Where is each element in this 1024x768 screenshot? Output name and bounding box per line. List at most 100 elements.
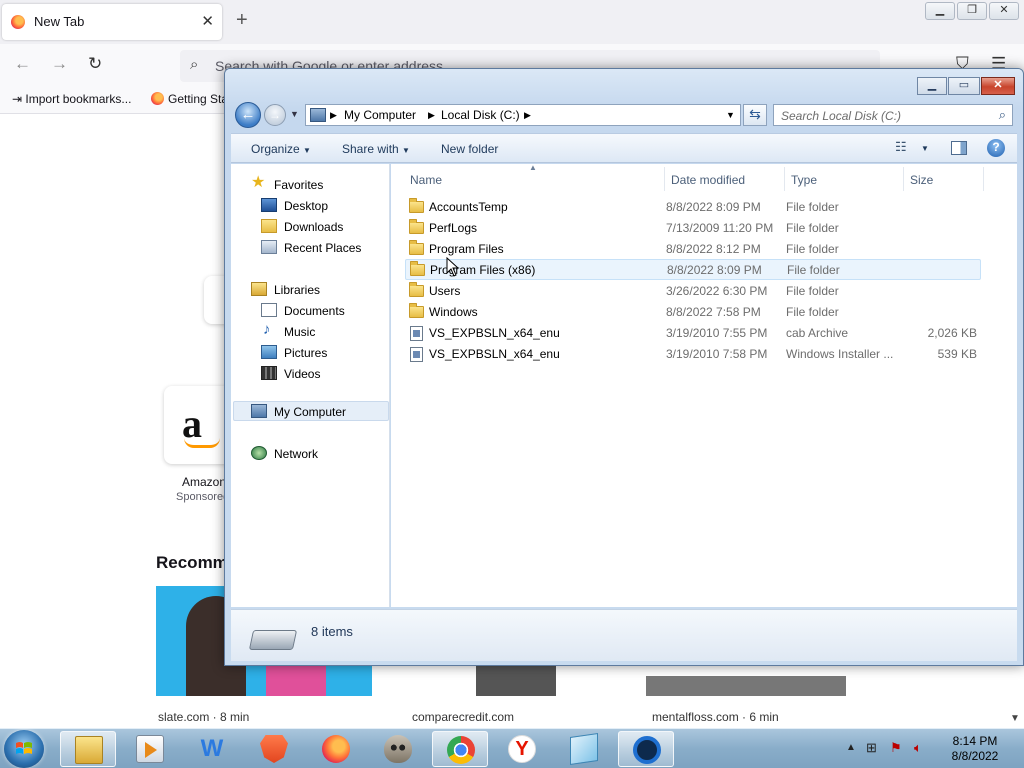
nav-network[interactable]: Network <box>274 447 318 461</box>
breadcrumb-my-computer[interactable]: My Computer <box>344 108 416 122</box>
explorer-minimize-button[interactable]: ▁ <box>917 77 947 95</box>
file-row[interactable]: Users 3/26/2022 6:30 PM File folder <box>405 281 981 302</box>
column-name-header[interactable]: Name <box>410 173 442 187</box>
amazon-smile-icon <box>184 438 220 448</box>
address-dropdown-icon[interactable]: ▼ <box>726 110 735 120</box>
file-name: Users <box>429 284 461 298</box>
column-divider[interactable] <box>983 167 984 191</box>
tab-close-icon[interactable]: ✕ <box>201 12 214 30</box>
taskbar-brave-button[interactable] <box>246 731 302 767</box>
help-icon[interactable]: ? <box>987 139 1005 157</box>
taskbar-yandex-button[interactable]: Y <box>494 731 550 767</box>
search-box[interactable]: Search Local Disk (C:) ⌕ <box>773 104 1013 126</box>
file-row[interactable]: VS_EXPBSLN_x64_enu 3/19/2010 7:55 PM cab A… <box>405 323 981 344</box>
view-options-dropdown-icon[interactable]: ▼ <box>921 144 929 153</box>
column-size-header[interactable]: Size <box>910 173 933 187</box>
brave-icon <box>260 735 288 763</box>
action-center-icon[interactable]: ⚑ <box>890 740 902 756</box>
breadcrumb-separator-icon[interactable]: ▶ <box>428 110 435 121</box>
file-type: File folder <box>786 305 839 319</box>
file-row[interactable]: VS_EXPBSLN_x64_enu 3/19/2010 7:58 PM Windo… <box>405 344 981 365</box>
tab-new-tab[interactable]: New Tab ✕ <box>2 4 222 40</box>
taskbar-notepad-button[interactable] <box>556 731 612 767</box>
taskbar-explorer-button[interactable] <box>60 731 116 767</box>
taskbar-firefox-button[interactable] <box>308 731 364 767</box>
taskbar-chrome-button[interactable] <box>432 731 488 767</box>
refresh-button[interactable]: ⇆ <box>743 104 767 126</box>
recent-pages-dropdown-icon[interactable]: ▼ <box>290 109 299 119</box>
share-with-button[interactable]: Share with ▼ <box>342 142 410 156</box>
breadcrumb-local-disk[interactable]: Local Disk (C:) <box>441 108 520 122</box>
file-row[interactable]: AccountsTemp 8/8/2022 8:09 PM File folder <box>405 197 981 218</box>
breadcrumb-separator-icon[interactable]: ▶ <box>524 110 531 121</box>
address-bar[interactable]: ▶ My Computer ▶ Local Disk (C:) ▶ ▼ <box>305 104 741 126</box>
preview-pane-icon[interactable] <box>951 141 967 155</box>
computer-icon <box>310 108 326 122</box>
nav-libraries[interactable]: Libraries <box>274 283 320 297</box>
nav-recent-places[interactable]: Recent Places <box>284 241 361 255</box>
column-date-header[interactable]: Date modified <box>671 173 745 187</box>
clock-date: 8/8/2022 <box>951 749 999 763</box>
folder-icon <box>409 282 424 297</box>
nav-videos[interactable]: Videos <box>284 367 320 381</box>
nav-documents[interactable]: Documents <box>284 304 345 318</box>
nav-favorites[interactable]: Favorites <box>274 178 323 192</box>
system-clock[interactable]: 8:14 PM 8/8/2022 <box>940 734 1010 764</box>
my-computer-icon <box>251 404 267 418</box>
column-divider[interactable] <box>903 167 904 191</box>
new-tab-button[interactable]: + <box>236 9 248 32</box>
file-type: File folder <box>786 200 839 214</box>
column-type-header[interactable]: Type <box>791 173 817 187</box>
back-arrow-icon[interactable]: ← <box>14 54 31 74</box>
media-player-icon <box>136 735 164 763</box>
desktop-icon <box>261 198 277 212</box>
nav-my-computer[interactable]: My Computer <box>274 405 346 419</box>
new-folder-button[interactable]: New folder <box>441 142 498 156</box>
file-name: Program Files <box>429 242 504 256</box>
nav-desktop[interactable]: Desktop <box>284 199 328 213</box>
start-button[interactable] <box>4 730 44 768</box>
details-pane: 8 items <box>231 609 1017 661</box>
firefox-close-button[interactable]: ✕ <box>989 2 1019 20</box>
explorer-icon <box>75 736 103 764</box>
file-row[interactable]: Windows 8/8/2022 7:58 PM File folder <box>405 302 981 323</box>
file-type: File folder <box>786 284 839 298</box>
breadcrumb-separator-icon[interactable]: ▶ <box>330 110 337 121</box>
forward-arrow-icon[interactable]: → <box>51 54 68 74</box>
back-button[interactable]: ← <box>235 102 261 128</box>
folder-icon <box>409 198 424 213</box>
change-view-icon[interactable]: ☷ <box>895 139 907 155</box>
scroll-down-arrow-icon[interactable]: ▼ <box>1010 713 1020 724</box>
taskbar-wps-button[interactable]: W <box>184 731 240 767</box>
chrome-icon <box>447 736 475 764</box>
column-divider[interactable] <box>664 167 665 191</box>
search-icon[interactable]: ⌕ <box>999 107 1006 123</box>
column-divider[interactable] <box>784 167 785 191</box>
organize-button[interactable]: Organize ▼ <box>251 142 311 156</box>
firefox-restore-button[interactable]: ❐ <box>957 2 987 20</box>
file-row[interactable]: Program Files (x86) 8/8/2022 8:09 PM File … <box>405 259 981 280</box>
taskbar: W Y ▲ ⊞ ⚑ 🔈︎ 8:14 PM 8/8/2022 <box>0 728 1024 768</box>
mouse-cursor-icon <box>446 257 460 277</box>
taskbar-raccoon-button[interactable] <box>370 731 426 767</box>
explorer-maximize-button[interactable]: ▭ <box>948 77 980 95</box>
nav-pictures[interactable]: Pictures <box>284 346 327 360</box>
firefox-minimize-button[interactable]: ▁ <box>925 2 955 20</box>
nav-downloads[interactable]: Downloads <box>284 220 343 234</box>
file-date: 8/8/2022 8:09 PM <box>667 263 762 277</box>
network-tray-icon[interactable]: ⊞ <box>866 740 877 756</box>
taskbar-circle-app-button[interactable] <box>618 731 674 767</box>
forward-button[interactable]: → <box>264 104 286 126</box>
file-name: VS_EXPBSLN_x64_enu <box>429 326 560 340</box>
reload-icon[interactable]: ↻ <box>88 54 102 74</box>
folder-icon <box>409 240 424 255</box>
file-row[interactable]: Program Files 8/8/2022 8:12 PM File folder <box>405 239 981 260</box>
taskbar-media-button[interactable] <box>122 731 178 767</box>
nav-music[interactable]: Music <box>284 325 315 339</box>
explorer-close-button[interactable]: ✕ <box>981 77 1015 95</box>
import-bookmarks-link[interactable]: ⇥ Import bookmarks... <box>12 92 131 106</box>
show-hidden-icons-icon[interactable]: ▲ <box>846 742 856 753</box>
volume-muted-icon[interactable]: 🔈︎ <box>914 740 922 756</box>
file-row[interactable]: PerfLogs 7/13/2009 11:20 PM File folder <box>405 218 981 239</box>
amazon-sponsored-label: Sponsored <box>176 491 230 503</box>
